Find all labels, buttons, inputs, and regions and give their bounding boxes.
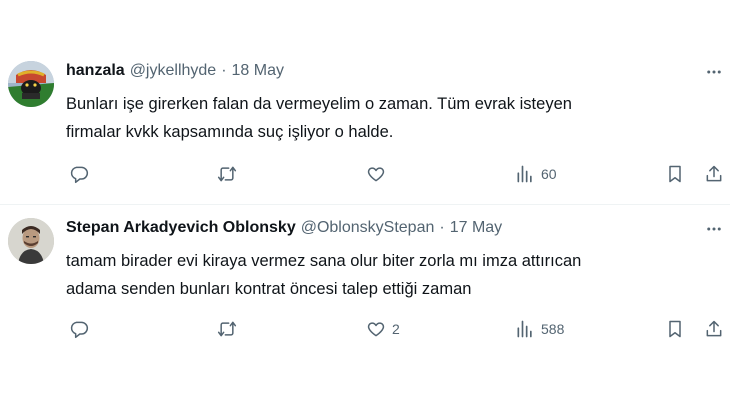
view-count: 60 xyxy=(541,166,557,182)
like-button[interactable] xyxy=(366,162,392,186)
tweet-text-line: firmalar kvkk kapsamında suç işliyor o h… xyxy=(66,123,394,141)
like-icon xyxy=(367,322,385,337)
author-name[interactable]: hanzala xyxy=(66,62,125,80)
like-icon xyxy=(367,167,385,182)
tweet-date[interactable]: 18 May xyxy=(232,62,284,80)
author-handle[interactable]: @jykellhyde xyxy=(130,62,217,80)
like-button[interactable]: 2 xyxy=(366,317,400,341)
view-count: 588 xyxy=(541,321,565,337)
reply-icon xyxy=(70,321,89,339)
bookmark-button[interactable] xyxy=(665,162,685,186)
share-button[interactable] xyxy=(704,317,724,341)
tweet-date[interactable]: 17 May xyxy=(450,219,502,237)
tweet[interactable]: Stepan Arkadyevich Oblonsky @OblonskySte… xyxy=(0,205,730,365)
reply-button[interactable] xyxy=(69,317,95,341)
tweet-text: tamam birader evi kiraya vermez sana olu… xyxy=(66,247,716,303)
more-button[interactable] xyxy=(702,219,726,239)
separator-dot: · xyxy=(221,62,227,79)
action-bar: 2 588 xyxy=(66,317,724,341)
author-name[interactable]: Stepan Arkadyevich Oblonsky xyxy=(66,219,296,237)
like-count: 2 xyxy=(392,321,400,337)
reply-button[interactable] xyxy=(69,162,95,186)
tweet-text-line: tamam birader evi kiraya vermez sana olu… xyxy=(66,252,582,270)
share-icon xyxy=(706,165,722,182)
bookmark-icon xyxy=(669,320,681,338)
tweet-text-line: adama senden bunları kontrat öncesi tale… xyxy=(66,280,472,298)
more-icon xyxy=(707,70,721,74)
tweet-text: Bunları işe girerken falan da vermeyelim… xyxy=(66,90,716,146)
views-button[interactable]: 588 xyxy=(515,317,564,341)
more-icon xyxy=(707,227,721,231)
views-button[interactable]: 60 xyxy=(515,162,557,186)
retweet-icon xyxy=(217,321,237,337)
share-button[interactable] xyxy=(704,162,724,186)
tweet-header: Stepan Arkadyevich Oblonsky @OblonskySte… xyxy=(66,219,690,243)
author-handle[interactable]: @OblonskyStepan xyxy=(301,219,435,237)
action-bar: 60 xyxy=(66,162,724,186)
separator-dot: · xyxy=(439,219,445,236)
bookmark-icon xyxy=(669,165,681,183)
views-icon xyxy=(517,165,532,183)
more-button[interactable] xyxy=(702,62,726,82)
tweet-header: hanzala @jykellhyde · 18 May xyxy=(66,62,690,86)
bookmark-button[interactable] xyxy=(665,317,685,341)
retweet-button[interactable] xyxy=(217,317,243,341)
avatar[interactable] xyxy=(8,61,54,107)
tweet[interactable]: hanzala @jykellhyde · 18 May Bunları işe… xyxy=(0,48,730,204)
views-icon xyxy=(517,320,532,338)
share-icon xyxy=(706,320,722,337)
avatar-image xyxy=(8,61,54,107)
avatar-image xyxy=(8,218,54,264)
retweet-icon xyxy=(217,166,237,182)
reply-icon xyxy=(70,166,89,184)
tweet-text-line: Bunları işe girerken falan da vermeyelim… xyxy=(66,95,572,113)
avatar[interactable] xyxy=(8,218,54,264)
retweet-button[interactable] xyxy=(217,162,243,186)
